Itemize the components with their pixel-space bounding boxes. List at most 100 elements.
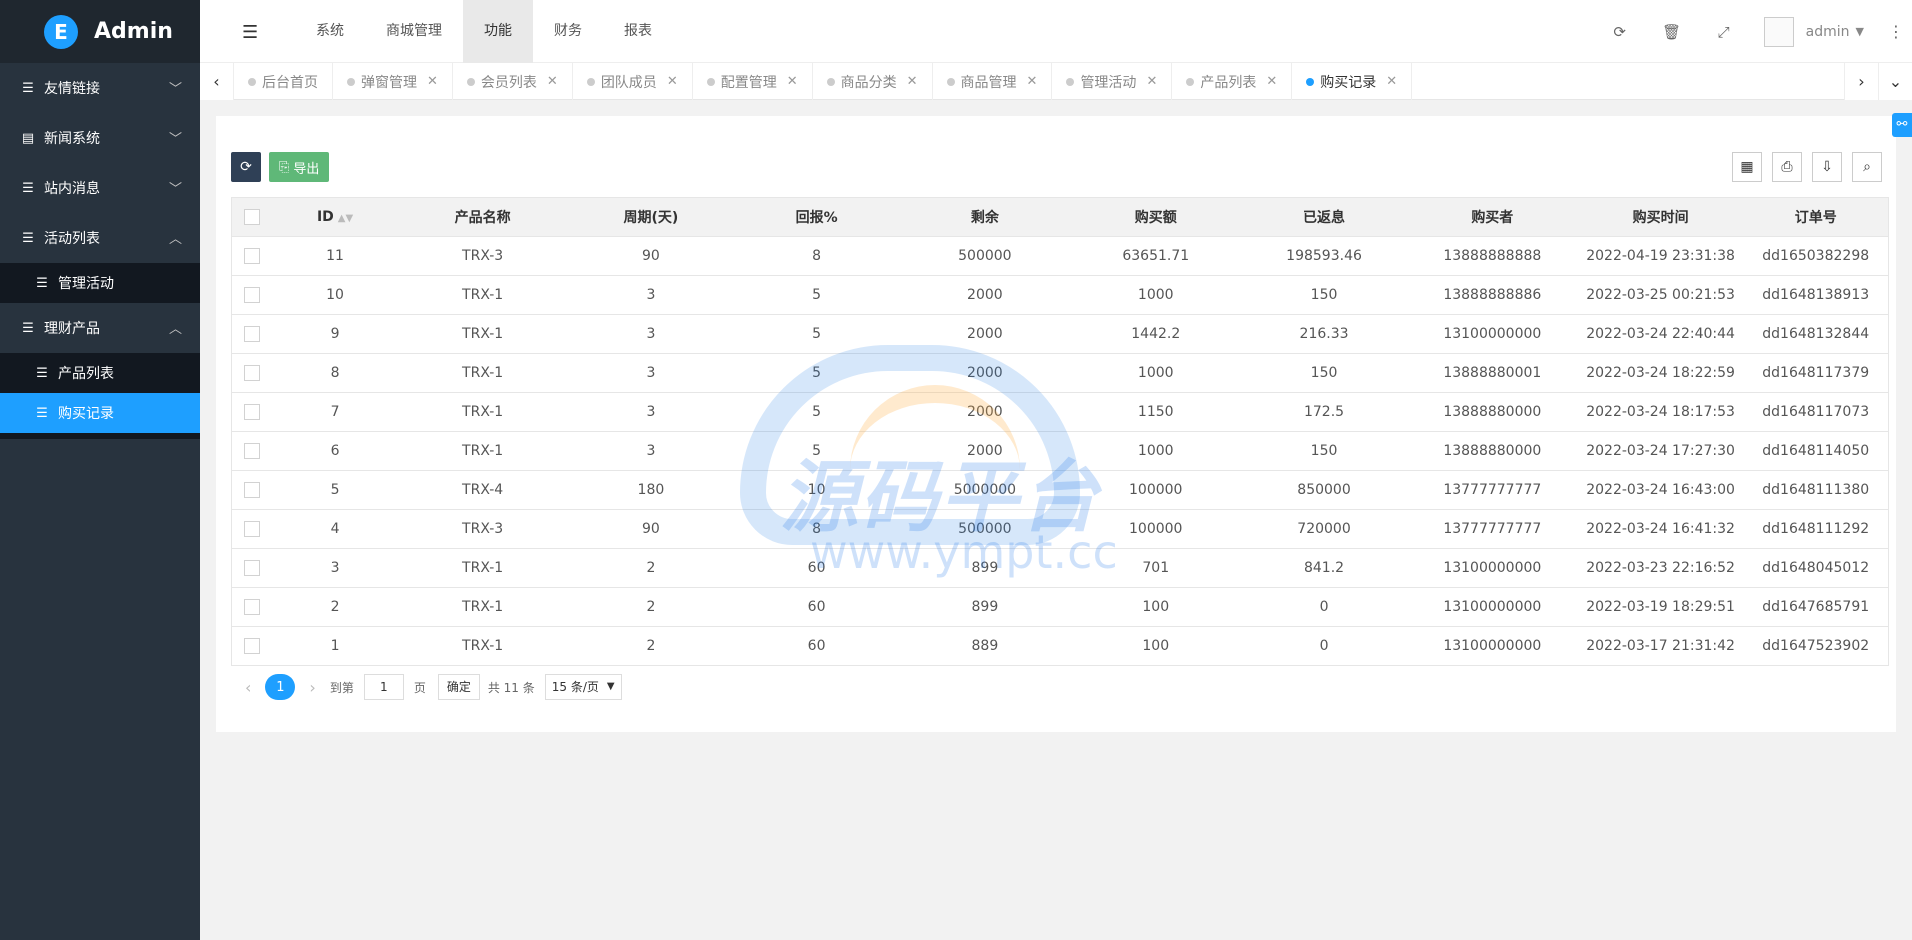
top-nav-item[interactable]: 报表: [603, 0, 673, 63]
sidebar-subitem[interactable]: ☰ 管理活动: [0, 263, 200, 303]
menu-toggle-icon[interactable]: ☰: [242, 22, 258, 43]
page-tab[interactable]: 后台首页: [234, 63, 333, 100]
table-cell: 2022-03-19 18:29:51: [1577, 587, 1744, 627]
table-cell: TRX-3: [397, 236, 569, 276]
table-cell: dd1648117073: [1743, 392, 1889, 432]
avatar[interactable]: [1763, 16, 1794, 47]
table-cell: 2022-03-24 18:17:53: [1577, 392, 1744, 432]
refresh-button[interactable]: ⟳: [231, 152, 261, 182]
page-size-select[interactable]: 15 条/页 ▼: [544, 674, 622, 700]
top-nav-item[interactable]: 系统: [295, 0, 365, 63]
goto-page-input[interactable]: 1: [363, 674, 404, 700]
sidebar-subitem[interactable]: ☰ 购买记录: [0, 393, 200, 433]
trash-icon[interactable]: 🗑: [1646, 23, 1698, 41]
export-file-icon[interactable]: ⇩: [1812, 152, 1842, 182]
table-cell: 2: [272, 587, 398, 627]
sidebar-subitem[interactable]: ☰ 产品列表: [0, 353, 200, 393]
close-icon[interactable]: ✕: [547, 74, 558, 89]
sidebar-item[interactable]: ▤ 新闻系统 ﹀: [0, 113, 200, 163]
side-link-icon[interactable]: ⚯: [1892, 113, 1912, 137]
close-icon[interactable]: ✕: [1146, 74, 1157, 89]
table-cell: 899: [899, 548, 1071, 588]
columns-icon[interactable]: ▦: [1732, 152, 1762, 182]
page-tab[interactable]: 商品分类 ✕: [813, 63, 933, 100]
row-checkbox[interactable]: [244, 638, 261, 654]
table-cell: 500000: [899, 509, 1071, 549]
row-select-cell: [231, 275, 273, 315]
page-tab[interactable]: 配置管理 ✕: [693, 63, 813, 100]
row-select-cell: [231, 548, 273, 588]
username[interactable]: admin: [1806, 24, 1850, 40]
more-vertical-icon[interactable]: ⋮: [1888, 22, 1904, 41]
column-header[interactable]: ID ▲▼: [272, 197, 398, 237]
row-checkbox[interactable]: [244, 365, 261, 381]
page-tab[interactable]: 购买记录 ✕: [1292, 63, 1413, 100]
row-checkbox[interactable]: [244, 482, 261, 498]
logo[interactable]: E Admin: [0, 0, 200, 63]
table-cell: 5000000: [899, 470, 1071, 510]
top-nav-item[interactable]: 功能: [463, 0, 533, 63]
top-nav-item[interactable]: 商城管理: [365, 0, 463, 63]
page-tab[interactable]: 弹窗管理 ✕: [333, 63, 453, 100]
sidebar-item[interactable]: ☰ 友情链接 ﹀: [0, 63, 200, 113]
close-icon[interactable]: ✕: [1027, 74, 1038, 89]
row-checkbox[interactable]: [244, 443, 261, 459]
table-cell: 2022-03-24 17:27:30: [1577, 431, 1744, 471]
close-icon[interactable]: ✕: [1266, 74, 1277, 89]
goto-confirm-button[interactable]: 确定: [437, 674, 480, 700]
sidebar-item[interactable]: ☰ 理财产品 ︿: [0, 303, 200, 353]
sidebar-item[interactable]: ☰ 站内消息 ﹀: [0, 163, 200, 213]
row-checkbox[interactable]: [244, 521, 261, 537]
print-icon[interactable]: ⎙: [1772, 152, 1802, 182]
select-all-checkbox[interactable]: [244, 209, 261, 225]
tabs-prev-icon[interactable]: ‹: [200, 63, 234, 100]
table-cell: 3: [568, 353, 734, 393]
top-nav-item[interactable]: 财务: [533, 0, 603, 63]
close-icon[interactable]: ✕: [787, 74, 798, 89]
page-tab[interactable]: 管理活动 ✕: [1052, 63, 1173, 100]
row-checkbox[interactable]: [244, 287, 261, 303]
table-cell: 90: [568, 236, 734, 276]
refresh-icon[interactable]: ⟳: [1594, 23, 1646, 41]
sidebar-item-label: 友情链接: [44, 81, 100, 97]
fullscreen-icon[interactable]: ⤢: [1698, 23, 1750, 41]
page-tab[interactable]: 产品列表 ✕: [1172, 63, 1293, 100]
table-cell: 60: [733, 587, 900, 627]
table-cell: 2022-03-24 18:22:59: [1577, 353, 1744, 393]
tabs-menu-icon[interactable]: ⌄: [1878, 63, 1912, 100]
next-page-icon[interactable]: ›: [309, 678, 315, 697]
tab-list: 后台首页 弹窗管理 ✕ 会员列表 ✕ 团队成员 ✕ 配置管理 ✕ 商品分类 ✕ 商品管理 ✕ 管理活动 ✕ 产…: [234, 63, 1413, 100]
table-cell: 10: [733, 470, 900, 510]
search-icon[interactable]: ⌕: [1852, 152, 1882, 182]
export-button[interactable]: ⎘ 导出: [269, 152, 330, 182]
sort-icon[interactable]: ▲▼: [338, 213, 353, 224]
table-cell: TRX-1: [397, 353, 569, 393]
table-cell: 100000: [1070, 470, 1242, 510]
page-tab[interactable]: 团队成员 ✕: [573, 63, 693, 100]
table-cell: 3: [272, 548, 398, 588]
list-icon: ☰: [36, 275, 48, 291]
row-checkbox[interactable]: [244, 248, 261, 264]
row-checkbox[interactable]: [244, 560, 261, 576]
table-cell: 1442.2: [1070, 314, 1242, 354]
table-cell: 13100000000: [1406, 626, 1578, 666]
table-cell: 7: [272, 392, 398, 432]
row-checkbox[interactable]: [244, 404, 261, 420]
table-cell: 13888888886: [1406, 275, 1578, 315]
caret-down-icon[interactable]: ▼: [1856, 25, 1864, 38]
current-page[interactable]: 1: [265, 674, 296, 700]
tabs-next-icon[interactable]: ›: [1844, 63, 1878, 100]
prev-page-icon[interactable]: ‹: [245, 678, 251, 697]
tab-dot: [706, 77, 715, 86]
top-nav: 系统 商城管理 功能 财务 报表: [295, 0, 673, 63]
page-tab[interactable]: 会员列表 ✕: [453, 63, 573, 100]
close-icon[interactable]: ✕: [427, 74, 438, 89]
close-icon[interactable]: ✕: [1386, 74, 1397, 89]
close-icon[interactable]: ✕: [667, 74, 678, 89]
close-icon[interactable]: ✕: [907, 74, 918, 89]
row-select-cell: [231, 236, 273, 276]
row-checkbox[interactable]: [244, 599, 261, 615]
page-tab[interactable]: 商品管理 ✕: [933, 63, 1053, 100]
row-checkbox[interactable]: [244, 326, 261, 342]
sidebar-item[interactable]: ☰ 活动列表 ︿: [0, 213, 200, 263]
